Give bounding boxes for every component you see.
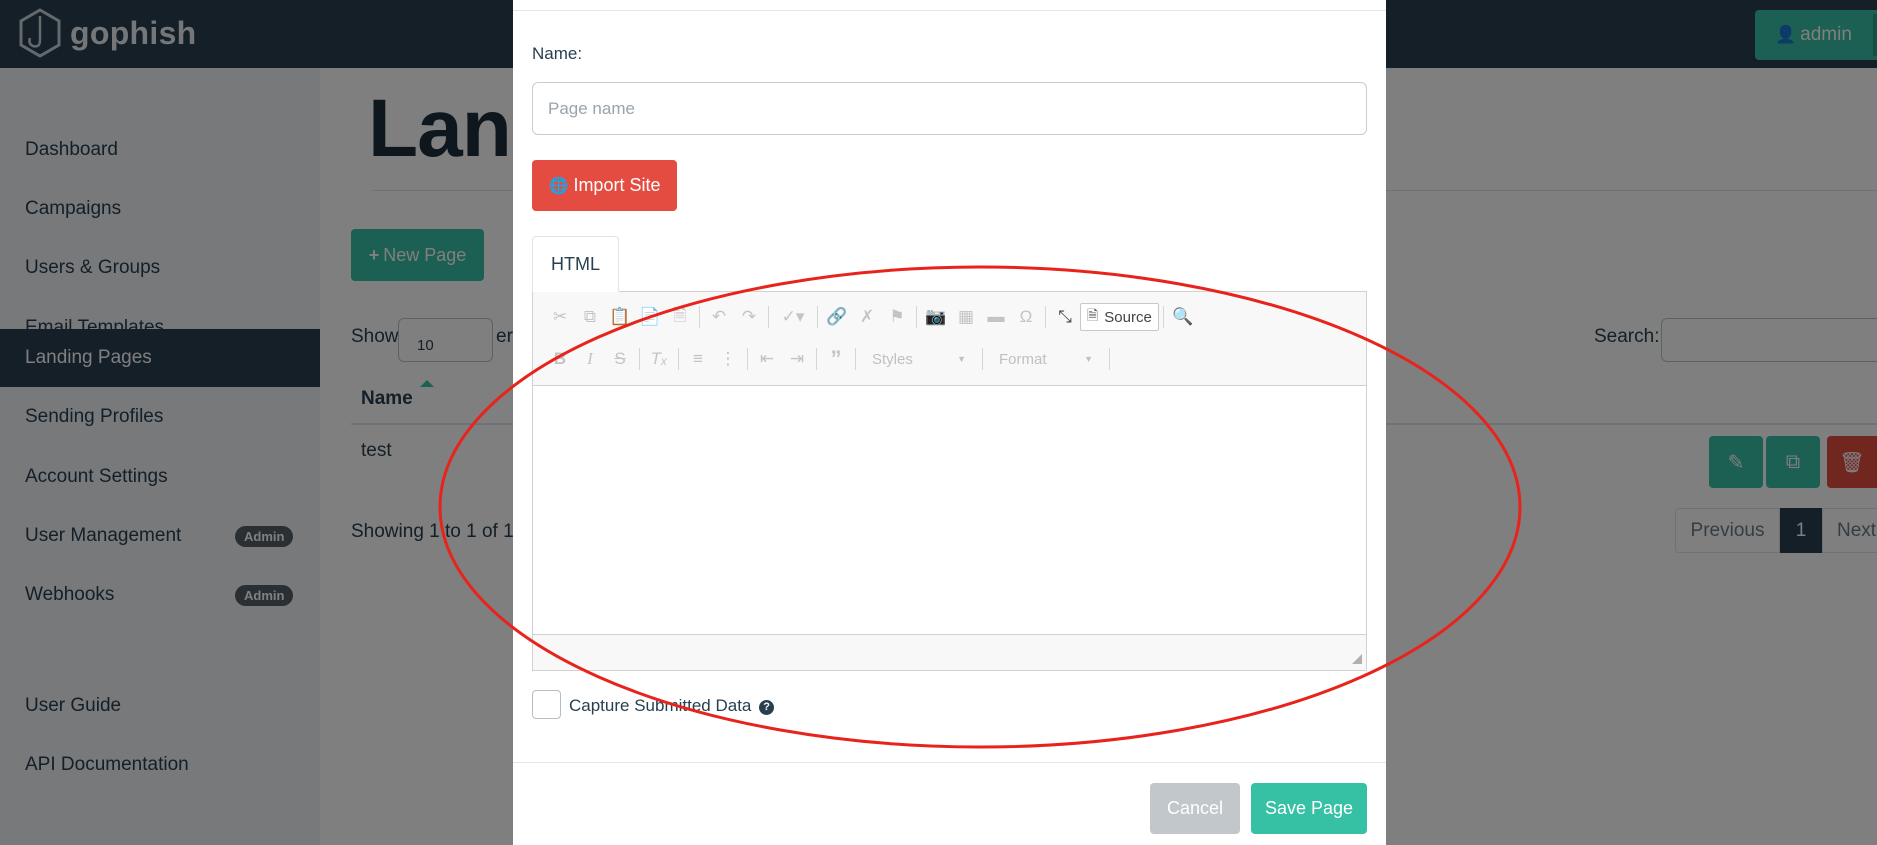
anchor-flag-icon[interactable]: ⚑ <box>882 303 912 331</box>
resize-handle-icon[interactable] <box>1352 654 1362 664</box>
question-circle-icon[interactable]: ? <box>759 700 775 715</box>
table-icon[interactable]: ▦ <box>951 303 981 331</box>
styles-label: Styles <box>872 350 913 368</box>
unlink-icon[interactable]: ✗ <box>852 303 882 331</box>
bulleted-list-icon[interactable]: ⋮ <box>713 345 743 373</box>
modal-header-divider <box>513 10 1386 11</box>
capture-submitted-data-label: Capture Submitted Data ? <box>569 696 775 716</box>
toolbar-separator <box>916 306 917 328</box>
copy-icon[interactable]: ⧉ <box>575 303 605 331</box>
name-label: Name: <box>532 44 583 63</box>
toolbar-separator <box>747 348 748 370</box>
import-site-button[interactable]: 🌐 Import Site <box>532 160 677 211</box>
editor-content-area[interactable] <box>533 385 1366 635</box>
toolbar-separator <box>639 348 640 370</box>
remove-format-icon[interactable]: Tₓ <box>644 345 674 373</box>
capture-label-text: Capture Submitted Data <box>569 696 752 715</box>
import-site-label: Import Site <box>573 175 661 195</box>
page-name-input[interactable] <box>532 82 1367 135</box>
image-icon[interactable]: 📷 <box>921 303 951 331</box>
styles-dropdown[interactable]: Styles ▼ <box>860 346 978 372</box>
editor-toolbar-row-1: ✂ ⧉ 📋 📄 🗎 ↶ ↷ ✓▾ 🔗 ✗ ⚑ 📷 ▦ ▬ Ω ⤡ 🗎 Sourc… <box>545 300 1198 334</box>
preview-icon[interactable]: 🔍 <box>1168 303 1198 331</box>
format-label: Format <box>999 350 1047 368</box>
undo-icon[interactable]: ↶ <box>704 303 734 331</box>
editor-toolbar-row-2: B I S Tₓ ≡ ⋮ ⇤ ⇥ ” Styles ▼ Format ▼ <box>545 342 1114 376</box>
special-char-icon[interactable]: Ω <box>1011 303 1041 331</box>
toolbar-separator <box>678 348 679 370</box>
strikethrough-icon[interactable]: S <box>605 345 635 373</box>
source-label: Source <box>1104 308 1152 326</box>
cut-icon[interactable]: ✂ <box>545 303 575 331</box>
link-icon[interactable]: 🔗 <box>822 303 852 331</box>
toolbar-separator <box>1045 306 1046 328</box>
italic-icon[interactable]: I <box>575 345 605 373</box>
indent-icon[interactable]: ⇥ <box>782 345 812 373</box>
toolbar-separator <box>982 348 983 370</box>
capture-submitted-data-checkbox[interactable] <box>532 690 561 719</box>
horizontal-rule-icon[interactable]: ▬ <box>981 303 1011 331</box>
format-dropdown[interactable]: Format ▼ <box>987 346 1105 372</box>
numbered-list-icon[interactable]: ≡ <box>683 345 713 373</box>
outdent-icon[interactable]: ⇤ <box>752 345 782 373</box>
caret-down-icon: ▼ <box>1084 354 1093 364</box>
caret-down-icon: ▼ <box>957 354 966 364</box>
toolbar-separator <box>855 348 856 370</box>
toolbar-separator <box>1109 348 1110 370</box>
maximize-icon[interactable]: ⤡ <box>1050 303 1080 331</box>
paste-icon[interactable]: 📋 <box>605 303 635 331</box>
html-editor: ✂ ⧉ 📋 📄 🗎 ↶ ↷ ✓▾ 🔗 ✗ ⚑ 📷 ▦ ▬ Ω ⤡ 🗎 Sourc… <box>532 291 1367 671</box>
toolbar-separator <box>768 306 769 328</box>
redo-icon[interactable]: ↷ <box>734 303 764 331</box>
toolbar-separator <box>817 306 818 328</box>
source-icon: 🗎 <box>1087 307 1099 323</box>
landing-page-modal: Name: 🌐 Import Site HTML ✂ ⧉ 📋 📄 🗎 ↶ ↷ ✓… <box>513 0 1386 845</box>
tab-html[interactable]: HTML <box>532 236 619 292</box>
blockquote-icon[interactable]: ” <box>821 345 851 373</box>
save-page-button[interactable]: Save Page <box>1251 783 1367 834</box>
paste-word-icon[interactable]: 🗎 <box>665 303 695 331</box>
toolbar-separator <box>699 306 700 328</box>
toolbar-separator <box>1162 306 1164 328</box>
source-button[interactable]: 🗎 Source <box>1080 303 1159 331</box>
bold-icon[interactable]: B <box>545 345 575 373</box>
modal-footer-divider <box>513 762 1386 763</box>
paste-text-icon[interactable]: 📄 <box>635 303 665 331</box>
cancel-button[interactable]: Cancel <box>1150 783 1240 834</box>
spellcheck-icon[interactable]: ✓▾ <box>773 303 813 331</box>
toolbar-separator <box>816 348 817 370</box>
globe-icon: 🌐 <box>548 177 569 195</box>
